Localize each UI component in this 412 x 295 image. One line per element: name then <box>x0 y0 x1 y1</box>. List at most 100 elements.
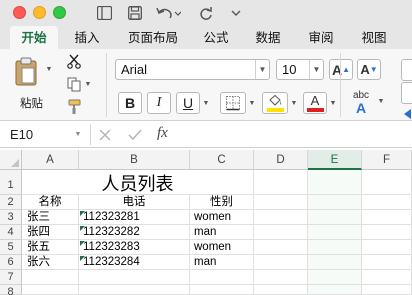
row-header-8[interactable]: 8 <box>0 285 22 295</box>
cell-name[interactable]: 张四 <box>22 225 79 240</box>
cell[interactable] <box>308 270 362 285</box>
header-name[interactable]: 名称 <box>22 195 79 210</box>
cell[interactable] <box>190 270 254 285</box>
undo-icon[interactable] <box>154 3 182 23</box>
cell[interactable] <box>308 195 362 210</box>
indent-icon[interactable] <box>404 109 411 119</box>
save-icon[interactable] <box>125 3 145 23</box>
column-header-f[interactable]: F <box>362 150 412 170</box>
cell[interactable] <box>362 270 412 285</box>
copy-icon[interactable] <box>64 75 84 93</box>
tab-insert[interactable]: 插入 <box>66 26 108 49</box>
cell[interactable] <box>308 255 362 270</box>
paste-dropdown[interactable]: ▼ <box>44 63 54 75</box>
cell[interactable] <box>254 270 308 285</box>
chevron-down-icon[interactable]: ▼ <box>72 127 84 141</box>
wrap-text-button[interactable]: abc A <box>346 89 376 117</box>
row-header-3[interactable]: 3 <box>0 210 22 225</box>
select-all-corner[interactable] <box>0 150 22 170</box>
underline-button[interactable]: U <box>176 92 200 114</box>
close-window-button[interactable] <box>13 6 26 19</box>
formula-input[interactable] <box>183 127 403 143</box>
cell[interactable] <box>362 285 412 295</box>
sidebar-icon[interactable] <box>94 3 114 23</box>
cell[interactable] <box>190 285 254 295</box>
cell[interactable] <box>308 285 362 295</box>
cell[interactable] <box>308 210 362 225</box>
cell-phone[interactable]: 112323281 <box>79 210 190 225</box>
scissors-icon[interactable] <box>64 52 84 70</box>
cell-phone[interactable]: 112323282 <box>79 225 190 240</box>
row-header-1[interactable]: 1 <box>0 170 22 195</box>
cell[interactable] <box>254 255 308 270</box>
column-header-b[interactable]: B <box>79 150 190 170</box>
paste-icon[interactable] <box>10 55 42 89</box>
row-header-4[interactable]: 4 <box>0 225 22 240</box>
function-icon[interactable]: fx <box>157 125 168 142</box>
font-color-dropdown[interactable]: ▼ <box>328 97 338 109</box>
cell[interactable] <box>22 270 79 285</box>
cell-gender[interactable]: man <box>190 255 254 270</box>
row-header-7[interactable]: 7 <box>0 270 22 285</box>
sheet-title[interactable]: 人员列表 <box>22 170 254 195</box>
chevron-down-icon[interactable]: ▼ <box>255 60 269 79</box>
font-size-field[interactable]: 10 ▼ <box>276 59 324 80</box>
cell[interactable] <box>22 285 79 295</box>
borders-dropdown[interactable]: ▼ <box>247 97 257 109</box>
cell-gender[interactable]: women <box>190 240 254 255</box>
fill-color-dropdown[interactable]: ▼ <box>289 97 299 109</box>
cell[interactable] <box>362 240 412 255</box>
cell-phone[interactable]: 112323284 <box>79 255 190 270</box>
italic-button[interactable]: I <box>147 92 171 114</box>
cell[interactable] <box>362 210 412 225</box>
tab-formulas[interactable]: 公式 <box>196 26 236 49</box>
column-header-c[interactable]: C <box>190 150 254 170</box>
minimize-window-button[interactable] <box>33 6 46 19</box>
cell[interactable] <box>254 225 308 240</box>
cell-name[interactable]: 张五 <box>22 240 79 255</box>
brush-icon[interactable] <box>64 98 84 116</box>
cell[interactable] <box>308 170 362 195</box>
underline-dropdown[interactable]: ▼ <box>201 97 211 109</box>
fill-color-icon[interactable] <box>262 92 288 114</box>
cell[interactable] <box>362 225 412 240</box>
cell[interactable] <box>79 270 190 285</box>
cell-name[interactable]: 张三 <box>22 210 79 225</box>
cell[interactable] <box>362 255 412 270</box>
cell-phone[interactable]: 112323283 <box>79 240 190 255</box>
wrap-text-dropdown[interactable]: ▼ <box>376 95 386 107</box>
zoom-window-button[interactable] <box>53 6 66 19</box>
cell[interactable] <box>308 240 362 255</box>
font-name-field[interactable]: Arial ▼ <box>115 59 270 80</box>
cell-gender[interactable]: man <box>190 225 254 240</box>
cell-name[interactable]: 张六 <box>22 255 79 270</box>
copy-dropdown[interactable]: ▼ <box>84 79 92 89</box>
check-icon[interactable] <box>127 127 143 143</box>
redo-icon[interactable] <box>196 3 216 23</box>
grow-font-icon[interactable]: A ▲ <box>329 59 353 80</box>
font-color-icon[interactable]: A <box>303 92 327 114</box>
tab-review[interactable]: 审阅 <box>301 26 341 49</box>
chevron-down-icon[interactable]: ▼ <box>309 60 323 79</box>
bold-button[interactable]: B <box>118 92 142 114</box>
more-icon[interactable] <box>228 3 244 23</box>
row-header-6[interactable]: 6 <box>0 255 22 270</box>
cell[interactable] <box>254 210 308 225</box>
cell[interactable] <box>254 195 308 210</box>
tab-data[interactable]: 数据 <box>248 26 288 49</box>
tab-view[interactable]: 视图 <box>354 26 394 49</box>
header-phone[interactable]: 电话 <box>79 195 190 210</box>
cell[interactable] <box>254 240 308 255</box>
align-button-partial[interactable] <box>401 59 412 81</box>
column-header-d[interactable]: D <box>254 150 308 170</box>
column-header-a[interactable]: A <box>22 150 79 170</box>
tab-home[interactable]: 开始 <box>10 26 58 49</box>
borders-icon[interactable] <box>220 92 246 114</box>
header-gender[interactable]: 性别 <box>190 195 254 210</box>
worksheet-grid[interactable]: A B C D E F 1 2 3 4 5 6 7 8 人员列表 名称 电话 性… <box>0 150 412 295</box>
name-box[interactable]: E10 <box>10 127 33 142</box>
cell[interactable] <box>254 170 308 195</box>
cancel-icon[interactable] <box>97 127 113 143</box>
cell[interactable] <box>254 285 308 295</box>
row-header-5[interactable]: 5 <box>0 240 22 255</box>
